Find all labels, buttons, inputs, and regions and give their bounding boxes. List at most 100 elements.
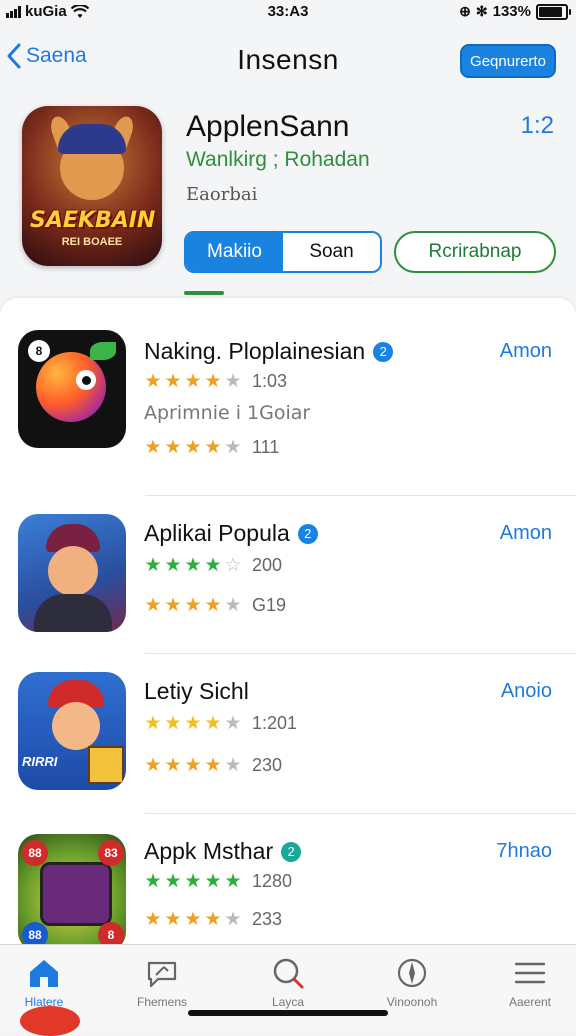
app-icon: 8 xyxy=(18,330,126,448)
star-icon: ★ xyxy=(204,713,222,734)
nav-bar: Saena Insensn Geqnurerto xyxy=(0,36,576,86)
list-item[interactable]: RIRRI Letiy Sichl Anoio ★ ★ ★ ★ ★ 1:201 ★ ★ ★ ★… xyxy=(0,656,576,816)
star-icon: ★ xyxy=(144,555,162,576)
rating-count: 1280 xyxy=(252,871,293,891)
tab-home[interactable]: Hlatere xyxy=(0,951,94,1011)
rating-count: 200 xyxy=(252,555,283,575)
segment-makiio[interactable]: Makiio xyxy=(186,233,283,271)
divider xyxy=(145,653,576,654)
rating-count-secondary: 111 xyxy=(252,437,280,457)
featured-app-name: ApplenSann xyxy=(186,110,350,143)
home-indicator[interactable] xyxy=(188,1010,388,1016)
icon-tag: 88 xyxy=(22,840,48,866)
lock-rotation-icon: ⊕ xyxy=(459,3,471,19)
list-item[interactable]: 8 Naking. Ploplainesian 2 Amon ★ ★ ★ ★ ★ 1:0… xyxy=(0,318,576,496)
icon-art-body xyxy=(34,594,112,632)
star-icon: ★ xyxy=(164,371,182,392)
battery-percent: 133% xyxy=(492,3,531,20)
star-icon: ★ xyxy=(184,555,202,576)
star-icon: ★ xyxy=(224,909,242,930)
battery-icon xyxy=(536,3,571,20)
star-icon: ★ xyxy=(224,713,242,734)
app-name: Letiy Sichl xyxy=(144,678,249,705)
star-icon: ★ xyxy=(224,371,242,392)
star-icon: ★ xyxy=(144,713,162,734)
tab-label: Layca xyxy=(271,995,305,1009)
active-indicator xyxy=(184,291,224,295)
tab-search[interactable]: Layca xyxy=(238,951,338,1011)
rating-count: 1:03 xyxy=(252,371,288,391)
app-name: Aplikai Popula 2 xyxy=(144,520,318,547)
star-icon: ★ xyxy=(204,871,222,892)
app-name: Naking. Ploplainesian 2 xyxy=(144,338,394,365)
app-name-text: Appk Msthar xyxy=(144,838,274,864)
star-icon: ★ xyxy=(204,595,222,616)
rating-stars: ★ ★ ★ ★ ★ 1:03 xyxy=(144,370,287,393)
icon-art-blob xyxy=(36,352,106,422)
rating-count-secondary: G19 xyxy=(252,595,287,615)
star-icon: ★ xyxy=(184,871,202,892)
status-bar: kuGia 33:A3 ⊕ ✻ 133% xyxy=(0,0,576,26)
star-icon: ★ xyxy=(164,909,182,930)
star-icon: ★ xyxy=(164,437,182,458)
star-icon: ★ xyxy=(164,713,182,734)
tab-messages[interactable]: Fhemens xyxy=(112,951,212,1011)
star-icon: ★ xyxy=(184,371,202,392)
app-name-text: Aplikai Popula xyxy=(144,520,290,546)
rating-stars: ★ ★ ★ ★ ★ 233 xyxy=(144,908,282,931)
rating-stars: ★ ★ ★ ★ ★ 111 xyxy=(144,436,279,459)
star-icon: ★ xyxy=(144,437,162,458)
tab-discover[interactable]: Vinoonoh xyxy=(362,951,462,1011)
star-icon: ★ xyxy=(184,755,202,776)
nav-action-button[interactable]: Geqnurerto xyxy=(460,44,556,78)
star-icon: ★ xyxy=(164,871,182,892)
rating-stars: ★ ★ ★ ★ ★ G19 xyxy=(144,594,286,617)
icon-art-hat xyxy=(58,124,126,154)
bluetooth-icon: ✻ xyxy=(475,3,488,19)
featured-icon-subtitle: REI BOAEE xyxy=(61,236,123,248)
featured-icon-title: SAEKBAIN xyxy=(30,208,156,233)
icon-tag: RIRRI xyxy=(22,754,58,769)
star-icon: ★ xyxy=(184,909,202,930)
segment-soan[interactable]: Soan xyxy=(283,233,380,271)
search-icon xyxy=(273,958,304,989)
tab-label: Vinoonoh xyxy=(386,995,438,1009)
message-icon xyxy=(147,961,177,988)
app-description: Aprimnie i 1Goiar xyxy=(144,402,311,424)
star-icon: ★ xyxy=(224,755,242,776)
tab-more[interactable]: Aaerent xyxy=(480,951,576,1011)
star-icon: ★ xyxy=(224,437,242,458)
star-icon: ★ xyxy=(204,755,222,776)
rating-stars: ★ ★ ★ ★ ★ 1:201 xyxy=(144,712,297,735)
get-button[interactable]: Amon xyxy=(500,522,552,545)
rating-count-secondary: 233 xyxy=(252,909,283,929)
rating-stars: ★ ★ ★ ★ ★ 230 xyxy=(144,754,282,777)
app-icon: 88 83 88 8 xyxy=(18,834,126,952)
compass-icon xyxy=(397,958,427,988)
star-icon: ☆ xyxy=(224,555,242,576)
icon-art-box xyxy=(88,746,124,784)
tab-label: Fhemens xyxy=(136,995,188,1009)
rating-stars: ★ ★ ★ ★ ☆ 200 xyxy=(144,554,282,577)
get-button[interactable]: Anoio xyxy=(501,680,552,703)
star-icon: ★ xyxy=(224,871,242,892)
verified-badge-icon: 2 xyxy=(281,841,302,862)
home-icon xyxy=(30,960,58,987)
star-icon: ★ xyxy=(164,555,182,576)
star-icon: ★ xyxy=(184,713,202,734)
icon-tag: 8 xyxy=(28,340,50,362)
app-name: Appk Msthar 2 xyxy=(144,838,302,865)
icon-tag: 83 xyxy=(98,840,124,866)
get-button[interactable]: Amon xyxy=(500,340,552,363)
secondary-pill-button[interactable]: Rcrirabnap xyxy=(394,231,556,273)
star-icon: ★ xyxy=(204,437,222,458)
list-item[interactable]: Aplikai Popula 2 Amon ★ ★ ★ ★ ☆ 200 ★ ★ ★ ★ ★ G1… xyxy=(0,496,576,656)
icon-art-device xyxy=(40,862,112,926)
app-name-text: Letiy Sichl xyxy=(144,678,249,704)
star-icon: ★ xyxy=(144,871,162,892)
featured-app-icon[interactable]: SAEKBAIN REI BOAEE xyxy=(22,106,162,266)
app-icon: RIRRI xyxy=(18,672,126,790)
star-icon: ★ xyxy=(164,755,182,776)
get-button[interactable]: 7hnao xyxy=(496,840,552,863)
tab-label: Aaerent xyxy=(508,995,552,1009)
